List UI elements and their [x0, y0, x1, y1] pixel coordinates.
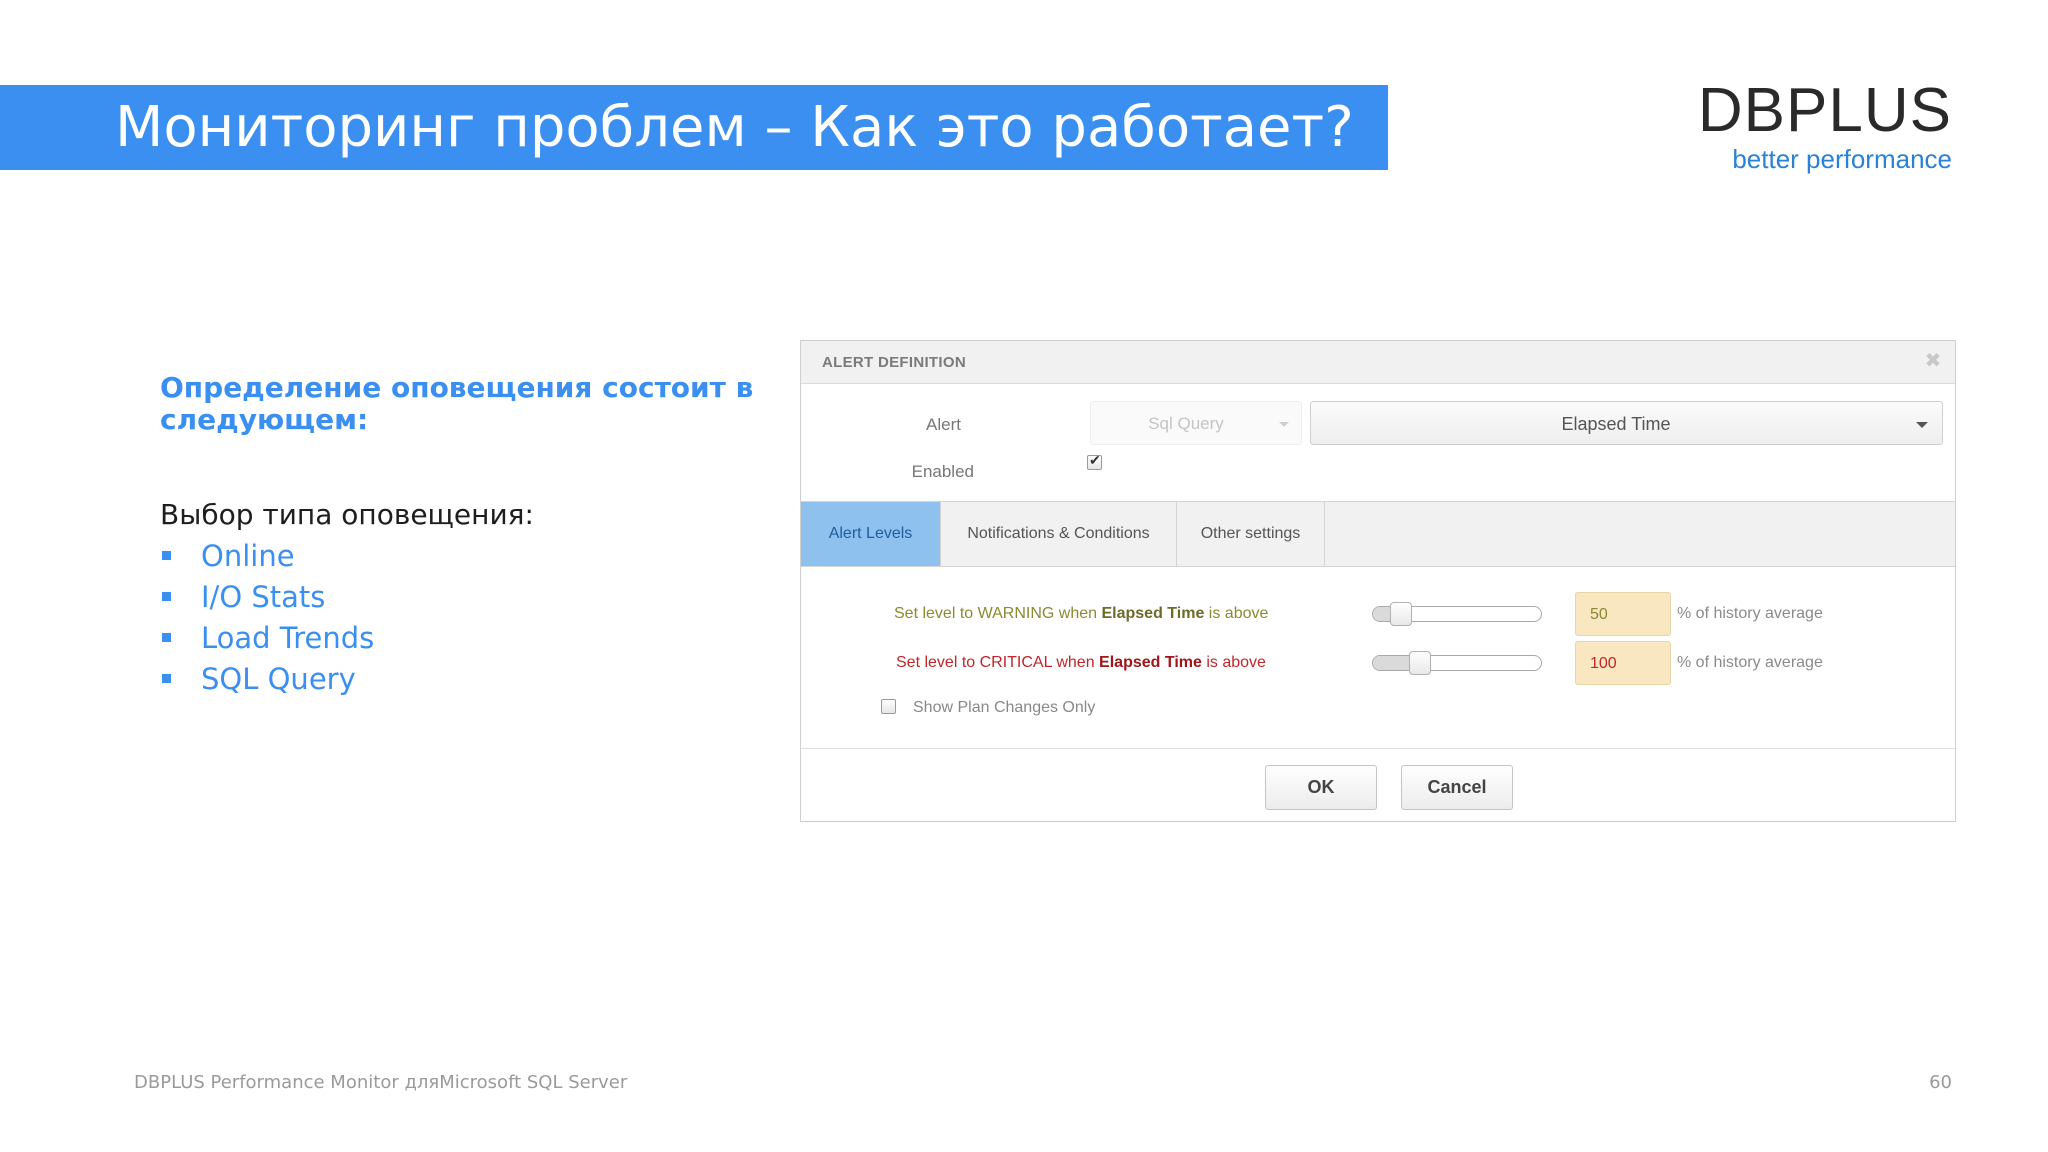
logo-tagline: better performance	[1732, 144, 1952, 174]
bullet-text: Online	[201, 538, 295, 573]
dialog-title: ALERT DEFINITION	[822, 354, 966, 371]
warning-value-input[interactable]: 50	[1575, 592, 1671, 636]
ok-button[interactable]: OK	[1265, 765, 1377, 810]
alert-type-value: Sql Query	[1148, 414, 1224, 433]
bullet-icon	[162, 592, 171, 601]
warning-metric: Elapsed Time	[1101, 605, 1205, 622]
bullet-text: SQL Query	[201, 661, 356, 696]
list-item: SQL Query	[160, 658, 374, 699]
critical-slider-handle[interactable]	[1409, 651, 1431, 675]
chevron-down-icon	[1916, 422, 1928, 428]
alert-type-list: Online I/O Stats Load Trends SQL Query	[160, 535, 374, 699]
close-icon[interactable]: ✖	[1923, 351, 1943, 371]
dialog-header: ALERT DEFINITION ✖	[801, 341, 1955, 384]
alert-label: Alert	[926, 415, 961, 434]
bullet-icon	[162, 674, 171, 683]
show-plan-changes-checkbox[interactable]	[881, 699, 896, 714]
warning-slider-handle[interactable]	[1389, 602, 1412, 626]
slide-title-bar: Мониторинг проблем – Как это работает?	[0, 85, 1388, 170]
tab-other-settings[interactable]: Other settings	[1177, 502, 1325, 566]
warning-unit-label: % of history average	[1677, 605, 1823, 622]
critical-value-input[interactable]: 100	[1575, 641, 1671, 685]
critical-unit-label: % of history average	[1677, 654, 1823, 671]
bullet-text: I/O Stats	[201, 579, 326, 614]
critical-suffix: is above	[1201, 654, 1266, 671]
list-item: I/O Stats	[160, 576, 374, 617]
logo-main-text: DBPLUS	[1697, 76, 1952, 145]
critical-slider-track[interactable]	[1372, 655, 1542, 671]
warning-rule-text: Set level to WARNING when Elapsed Time i…	[894, 604, 1268, 624]
lead-heading: Определение оповещения состоит в следующ…	[160, 371, 754, 436]
choice-title: Выбор типа оповещения:	[160, 498, 534, 531]
enabled-checkbox[interactable]: ✔	[1087, 452, 1102, 470]
critical-metric: Elapsed Time	[1099, 654, 1202, 671]
alert-type-select: Sql Query	[1090, 401, 1302, 445]
slide-footer: DBPLUS Performance Monitor дляMicrosoft …	[134, 1072, 628, 1093]
list-item: Load Trends	[160, 617, 374, 658]
list-item: Online	[160, 535, 374, 576]
show-plan-changes-label: Show Plan Changes Only	[913, 699, 1096, 716]
warning-prefix: Set level to WARNING when	[894, 605, 1102, 622]
cancel-button[interactable]: Cancel	[1401, 765, 1513, 810]
page-number: 60	[1929, 1072, 1952, 1093]
chevron-down-icon	[1279, 422, 1289, 427]
alert-definition-dialog: ALERT DEFINITION ✖ Alert Sql Query Elaps…	[800, 340, 1956, 822]
bullet-icon	[162, 551, 171, 560]
critical-prefix: Set level to CRITICAL when	[896, 654, 1100, 671]
checkmark-icon: ✔	[1089, 452, 1101, 468]
critical-rule-text: Set level to CRITICAL when Elapsed Time …	[896, 653, 1266, 673]
dialog-footer-divider	[801, 748, 1955, 749]
tab-notifications-conditions[interactable]: Notifications & Conditions	[941, 502, 1177, 566]
alert-metric-value: Elapsed Time	[1561, 414, 1671, 434]
alert-metric-select[interactable]: Elapsed Time	[1310, 401, 1943, 445]
tab-alert-levels[interactable]: Alert Levels	[801, 502, 941, 566]
warning-suffix: is above	[1204, 605, 1269, 622]
bullet-icon	[162, 633, 171, 642]
dbplus-logo: DBPLUS better performance	[1697, 76, 1952, 175]
slide-title: Мониторинг проблем – Как это работает?	[115, 95, 1354, 160]
bullet-text: Load Trends	[201, 620, 375, 655]
dialog-tabs: Alert Levels Notifications & Conditions …	[801, 501, 1955, 567]
enabled-label: Enabled	[911, 462, 974, 481]
